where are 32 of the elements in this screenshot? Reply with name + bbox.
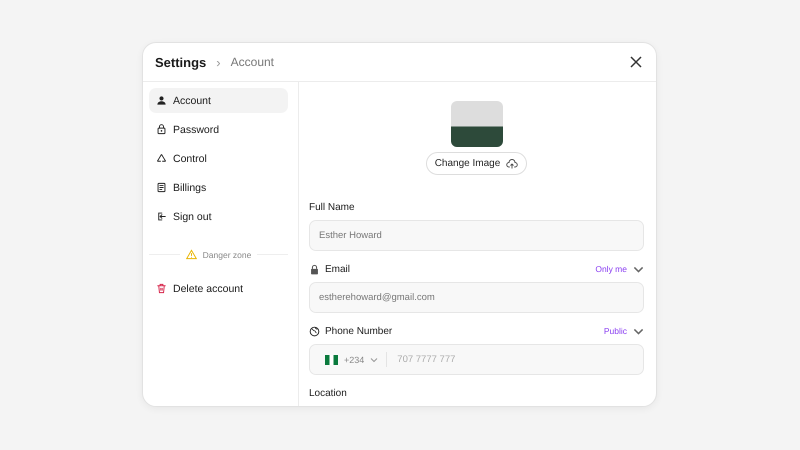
trash-icon <box>156 283 167 294</box>
close-icon[interactable] <box>628 54 644 70</box>
sign-out-icon <box>156 211 167 222</box>
chevron-down-icon <box>370 356 378 364</box>
sidebar-item[interactable]: Control <box>149 146 288 171</box>
breadcrumb-current: Account <box>230 55 274 69</box>
flag-icon <box>325 354 338 364</box>
sidebar-item[interactable]: Account <box>149 88 288 113</box>
change-image-button[interactable]: Change Image <box>426 152 528 175</box>
visibility-dropdown[interactable]: Only me <box>595 264 644 274</box>
triangle-icon <box>156 153 167 164</box>
warning-icon <box>186 249 197 260</box>
lock-icon <box>309 264 320 274</box>
delete-account-item[interactable]: Delete account <box>149 276 288 301</box>
user-icon <box>156 95 167 106</box>
text-field[interactable]: estherehoward@gmail.com <box>309 282 644 313</box>
text-field[interactable]: Esther Howard <box>309 220 644 251</box>
cloud-upload-icon <box>506 158 518 170</box>
field-label: Phone Number <box>325 326 392 336</box>
visibility-dropdown[interactable]: Public <box>604 326 644 336</box>
field-label: Email <box>325 264 350 274</box>
breadcrumb-separator: › <box>216 54 221 70</box>
lock-icon <box>156 124 167 135</box>
field-label: Location <box>309 388 347 398</box>
sidebar-item[interactable]: Billings <box>149 175 288 200</box>
receipt-icon <box>156 182 167 193</box>
breadcrumb-title[interactable]: Settings <box>155 54 206 70</box>
sidebar-item[interactable]: Sign out <box>149 204 288 229</box>
sidebar-item[interactable]: Password <box>149 117 288 142</box>
field-label: Full Name <box>309 202 355 212</box>
danger-zone-label: Danger zone <box>202 250 252 260</box>
photo-placeholder <box>450 101 502 148</box>
